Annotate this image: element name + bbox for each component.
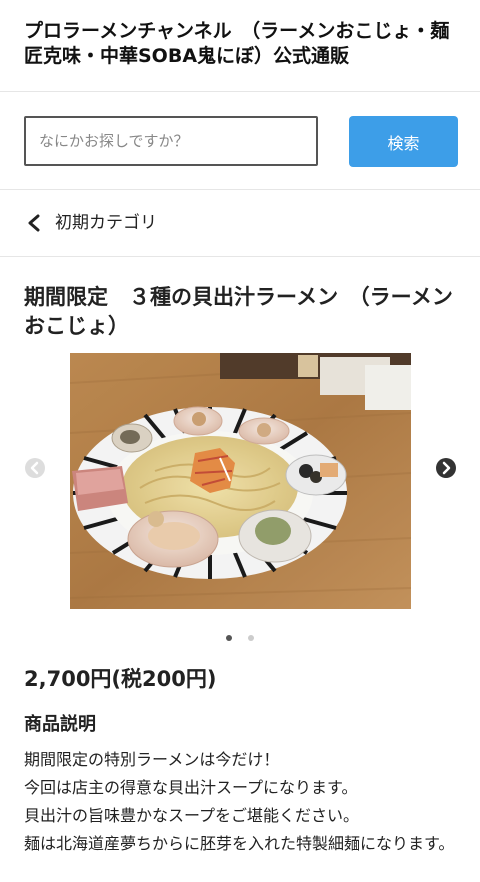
product-image[interactable]: [70, 353, 411, 609]
description-line: 期間限定の特別ラーメンは今だけ！: [24, 750, 280, 769]
product-title: 期間限定 ３種の貝出汁ラーメン （ラーメンおこじょ）: [24, 285, 453, 338]
store-header: プロラーメンチャンネル （ラーメンおこじょ・麺匠克味・中華SOBA鬼にぼ）公式通…: [0, 0, 480, 92]
product-description: 期間限定の特別ラーメンは今だけ！ 今回は店主の得意な貝出汁スープになります。 貝…: [24, 746, 464, 858]
description-heading: 商品説明: [24, 714, 96, 735]
store-title[interactable]: プロラーメンチャンネル （ラーメンおこじょ・麺匠克味・中華SOBA鬼にぼ）公式通…: [24, 19, 464, 69]
chevron-right-icon: [442, 461, 451, 475]
search-bar: 検索: [0, 92, 480, 190]
description-line: 麺は北海道産夢ちからに胚芽を入れた特製細麺になります。: [24, 834, 455, 853]
breadcrumb-category-label[interactable]: 初期カテゴリ: [55, 212, 157, 234]
description-line: 今回は店主の得意な貝出汁スープになります。: [24, 778, 358, 797]
carousel-next-button[interactable]: [436, 458, 456, 478]
product-image-carousel[interactable]: [0, 352, 480, 612]
product-price: 2,700円(税200円): [24, 667, 217, 691]
carousel-dot[interactable]: [226, 635, 232, 641]
search-button[interactable]: 検索: [349, 116, 458, 167]
chevron-left-icon[interactable]: [26, 214, 42, 232]
carousel-dot[interactable]: [248, 635, 254, 641]
search-input[interactable]: [24, 116, 318, 166]
ramen-photo: [70, 353, 411, 609]
chevron-left-icon: [30, 461, 39, 475]
carousel-dots: [0, 626, 480, 641]
description-line: 貝出汁の旨味豊かなスープをご堪能ください。: [24, 806, 360, 825]
carousel-prev-button[interactable]: [25, 458, 45, 478]
breadcrumb[interactable]: 初期カテゴリ: [0, 190, 480, 257]
